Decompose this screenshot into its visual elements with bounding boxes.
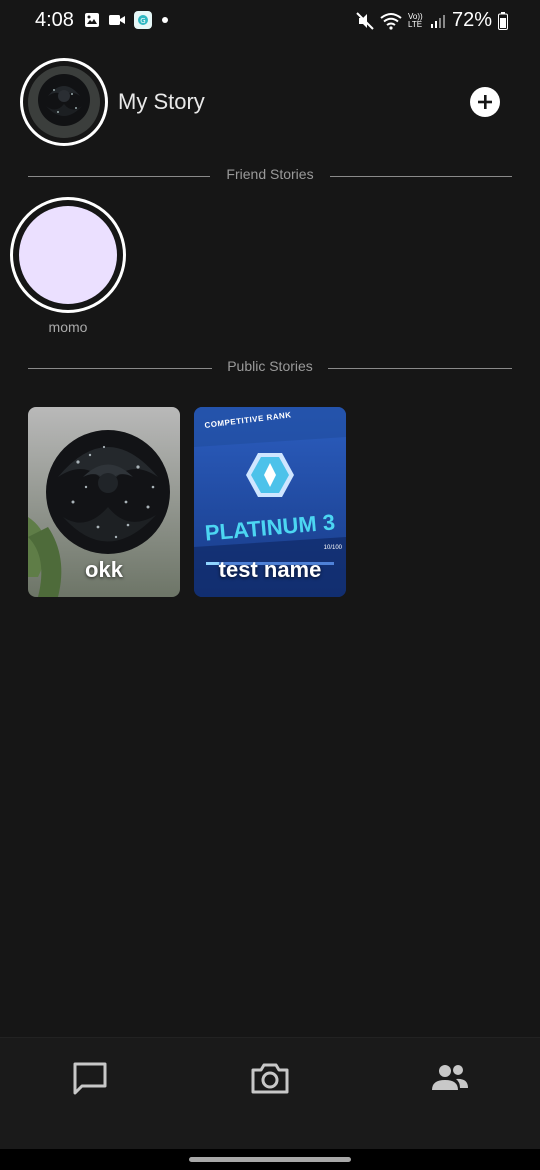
rose-avatar-image <box>28 66 100 138</box>
signal-icon <box>430 14 445 28</box>
story-card-label: test name <box>218 557 322 582</box>
story-card-label: okk <box>85 557 123 582</box>
status-bar: 4:08 G Vo)) LTE 72% <box>0 0 540 42</box>
chat-icon <box>73 1062 107 1095</box>
public-story-card[interactable]: okk <box>28 407 180 597</box>
mute-icon <box>356 11 374 30</box>
friend-avatar-fill <box>19 206 117 304</box>
public-stories-divider: Public Stories <box>28 358 512 378</box>
battery-percent: 72% <box>451 9 492 31</box>
my-story-label: My Story <box>118 89 205 114</box>
friend-story-item[interactable]: momo <box>10 197 126 335</box>
friend-stories-divider: Friend Stories <box>28 166 512 186</box>
my-story-avatar[interactable] <box>20 58 108 146</box>
camera-icon <box>251 1063 289 1094</box>
public-story-card[interactable]: COMPETITIVE RANK PLATINUM 3 10/100 test … <box>194 407 346 597</box>
wifi-icon <box>380 12 402 30</box>
video-icon <box>109 15 125 25</box>
friends-icon <box>432 1065 468 1090</box>
public-stories-heading: Public Stories <box>227 358 313 374</box>
status-time: 4:08 <box>35 9 74 31</box>
plus-icon <box>478 95 492 109</box>
battery-icon <box>498 11 508 30</box>
nav-camera-button[interactable] <box>250 1058 290 1098</box>
friend-stories-heading: Friend Stories <box>226 166 314 182</box>
divider-line-right <box>328 368 512 369</box>
home-indicator[interactable] <box>189 1157 351 1162</box>
svg-text:G: G <box>140 17 145 25</box>
gallery-icon <box>85 13 99 27</box>
friend-name: momo <box>48 319 88 335</box>
friend-avatar[interactable] <box>10 197 126 313</box>
my-story-row[interactable]: My Story <box>20 58 520 146</box>
nav-friends-button[interactable] <box>430 1058 470 1098</box>
bottom-navigation <box>0 1037 540 1150</box>
volte-label: Vo)) LTE <box>407 11 423 29</box>
app-icon: G <box>134 11 152 29</box>
rank-progress: 10/100 <box>323 545 342 551</box>
nav-chats-button[interactable] <box>70 1058 110 1098</box>
add-story-button[interactable] <box>470 87 500 117</box>
divider-line-right <box>330 176 512 177</box>
dot-icon <box>162 17 168 23</box>
